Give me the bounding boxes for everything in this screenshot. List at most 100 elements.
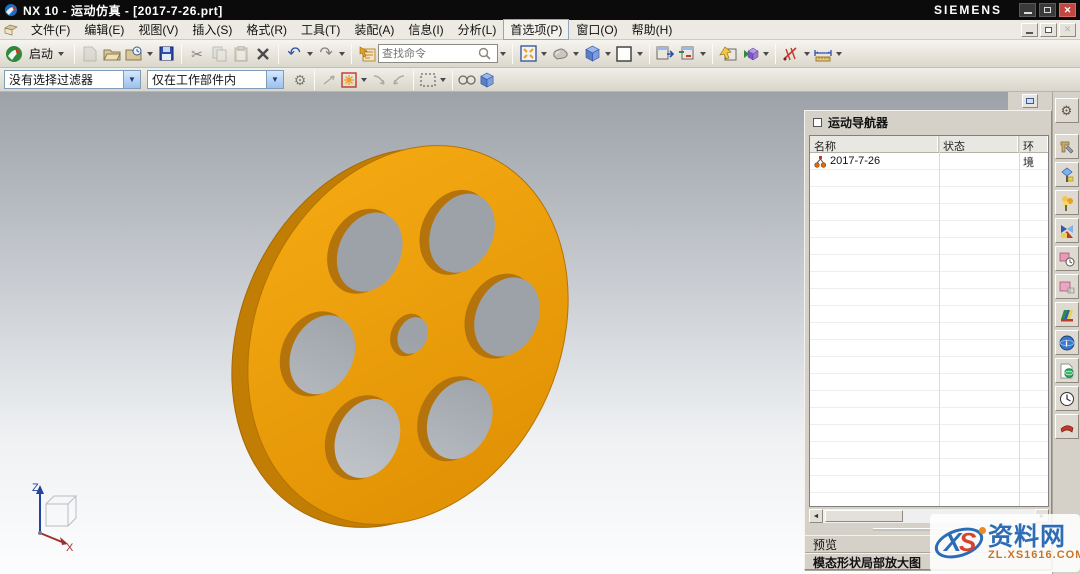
tab-web-browser[interactable] (1055, 358, 1079, 383)
tree-empty-row (810, 340, 1048, 357)
column-header-name[interactable]: 名称 (810, 136, 939, 152)
fit-dropdown-caret[interactable] (541, 52, 547, 56)
chevron-down-icon[interactable] (58, 52, 64, 56)
command-finder-button[interactable] (356, 43, 378, 65)
nx-app-icon[interactable] (3, 43, 25, 65)
redo-button[interactable]: ↷ (315, 43, 337, 65)
open-recent-button[interactable] (123, 43, 145, 65)
search-icon[interactable] (478, 47, 491, 60)
save-button[interactable] (155, 43, 177, 65)
resource-bar-options-button[interactable]: ⚙ (1055, 98, 1079, 123)
restore-button[interactable] (1039, 3, 1056, 17)
menu-item-help[interactable]: 帮助(H) (625, 19, 680, 40)
undo-button[interactable]: ↶ (283, 43, 305, 65)
child-restore-button[interactable] (1040, 23, 1057, 37)
selection-filter-caret[interactable]: ▼ (123, 71, 140, 88)
scroll-left-button[interactable]: ◄ (809, 509, 823, 523)
tree-item-label[interactable]: 2017-7-26 (830, 155, 880, 167)
tab-assembly-navigator[interactable] (1055, 134, 1079, 159)
measure-dropdown-caret[interactable] (804, 52, 810, 56)
update-dropdown-caret[interactable] (763, 52, 769, 56)
snap-dropdown-caret[interactable] (361, 78, 367, 82)
tab-history[interactable] (1055, 302, 1079, 327)
tab-roles[interactable] (1055, 414, 1079, 439)
search-dropdown-caret[interactable] (500, 52, 506, 56)
measure-button[interactable] (780, 43, 802, 65)
scrollbar-thumb[interactable] (825, 510, 903, 522)
highlight-glasses-button[interactable] (457, 70, 477, 90)
menu-item-assemblies[interactable]: 装配(A) (347, 19, 401, 40)
open-file-button[interactable] (101, 43, 123, 65)
paste-button[interactable] (230, 43, 252, 65)
shaded-view-button[interactable] (549, 43, 571, 65)
delete-button[interactable] (252, 43, 274, 65)
redo-dropdown-caret[interactable] (339, 52, 345, 56)
menu-item-format[interactable]: 格式(R) (239, 19, 294, 40)
fit-view-button[interactable] (517, 43, 539, 65)
filter-gear-icon[interactable]: ⚙ (290, 70, 310, 90)
open-dropdown-caret[interactable] (147, 52, 153, 56)
tab-internet-explorer[interactable]: i (1055, 330, 1079, 355)
window-dropdown-caret[interactable] (700, 52, 706, 56)
menu-item-view[interactable]: 视图(V) (131, 19, 185, 40)
shaded-dropdown-caret[interactable] (573, 52, 579, 56)
window-switch-button[interactable] (676, 43, 698, 65)
menu-item-information[interactable]: 信息(I) (401, 19, 450, 40)
column-header-environment[interactable]: 环境 (1019, 136, 1048, 152)
tab-dependencies[interactable] (1055, 274, 1079, 299)
view-orientation-button[interactable] (581, 43, 603, 65)
orientation-dropdown-caret[interactable] (605, 52, 611, 56)
panel-window-icon[interactable] (813, 118, 822, 127)
column-divider[interactable] (1019, 136, 1020, 506)
undo-dropdown-caret[interactable] (307, 52, 313, 56)
solid-cube-button[interactable] (477, 70, 497, 90)
menu-item-tools[interactable]: 工具(T) (294, 19, 347, 40)
snap-arc-center-button[interactable] (369, 70, 389, 90)
menu-item-insert[interactable]: 插入(S) (185, 19, 239, 40)
menu-item-edit[interactable]: 编辑(E) (77, 19, 131, 40)
tab-hd3d-tools[interactable] (1055, 246, 1079, 271)
selection-scope-caret[interactable]: ▼ (266, 71, 283, 88)
tree-row-simulation[interactable]: 2017-7-26 (810, 153, 1048, 170)
start-button[interactable]: 启动 (25, 43, 70, 64)
command-search-input[interactable] (382, 48, 478, 60)
measure-distance-button[interactable] (812, 43, 834, 65)
menu-item-analysis[interactable]: 分析(L) (451, 19, 504, 40)
resource-bar: ⚙ i (1052, 92, 1080, 574)
snap-tangent-button[interactable] (389, 70, 409, 90)
snap-point-button[interactable] (319, 70, 339, 90)
column-divider[interactable] (939, 136, 940, 506)
distance-dropdown-caret[interactable] (836, 52, 842, 56)
tab-part-navigator[interactable] (1055, 190, 1079, 215)
selection-filter-combo[interactable]: 没有选择过滤器 ▼ (4, 70, 141, 89)
new-file-button[interactable] (79, 43, 101, 65)
marquee-select-button[interactable] (418, 70, 438, 90)
minimize-button[interactable] (1019, 3, 1036, 17)
copy-button[interactable] (208, 43, 230, 65)
system-menu-icon[interactable] (4, 24, 18, 36)
menu-item-file[interactable]: 文件(F) (24, 19, 77, 40)
cut-button[interactable]: ✂ (186, 43, 208, 65)
child-minimize-button[interactable] (1021, 23, 1038, 37)
menu-item-preferences[interactable]: 首选项(P) (503, 19, 569, 40)
tab-constraint-navigator[interactable] (1055, 162, 1079, 187)
snap-enabled-button[interactable] (339, 70, 359, 90)
tab-history-palette[interactable] (1055, 386, 1079, 411)
close-button[interactable]: ✕ (1059, 3, 1076, 17)
column-header-status[interactable]: 状态 (939, 136, 1019, 152)
style-dropdown-caret[interactable] (637, 52, 643, 56)
wheel-face[interactable] (189, 94, 626, 574)
tab-reuse-library[interactable] (1055, 218, 1079, 243)
orientation-triad[interactable]: Z X (32, 482, 76, 554)
view-style-button[interactable] (613, 43, 635, 65)
show-window-button[interactable] (654, 43, 676, 65)
selection-scope-combo[interactable]: 仅在工作部件内 ▼ (147, 70, 284, 89)
menu-item-window[interactable]: 窗口(O) (569, 19, 624, 40)
viewport-restore-button[interactable] (1022, 94, 1038, 108)
watermark-site-name: 资料网 (988, 524, 1080, 550)
refresh-display-button[interactable] (717, 43, 739, 65)
update-model-button[interactable] (739, 43, 761, 65)
motion-navigator-tree[interactable]: 名称 状态 环境 2017-7-26 (809, 135, 1049, 507)
marquee-dropdown-caret[interactable] (440, 78, 446, 82)
child-close-button[interactable]: ✕ (1059, 23, 1076, 37)
